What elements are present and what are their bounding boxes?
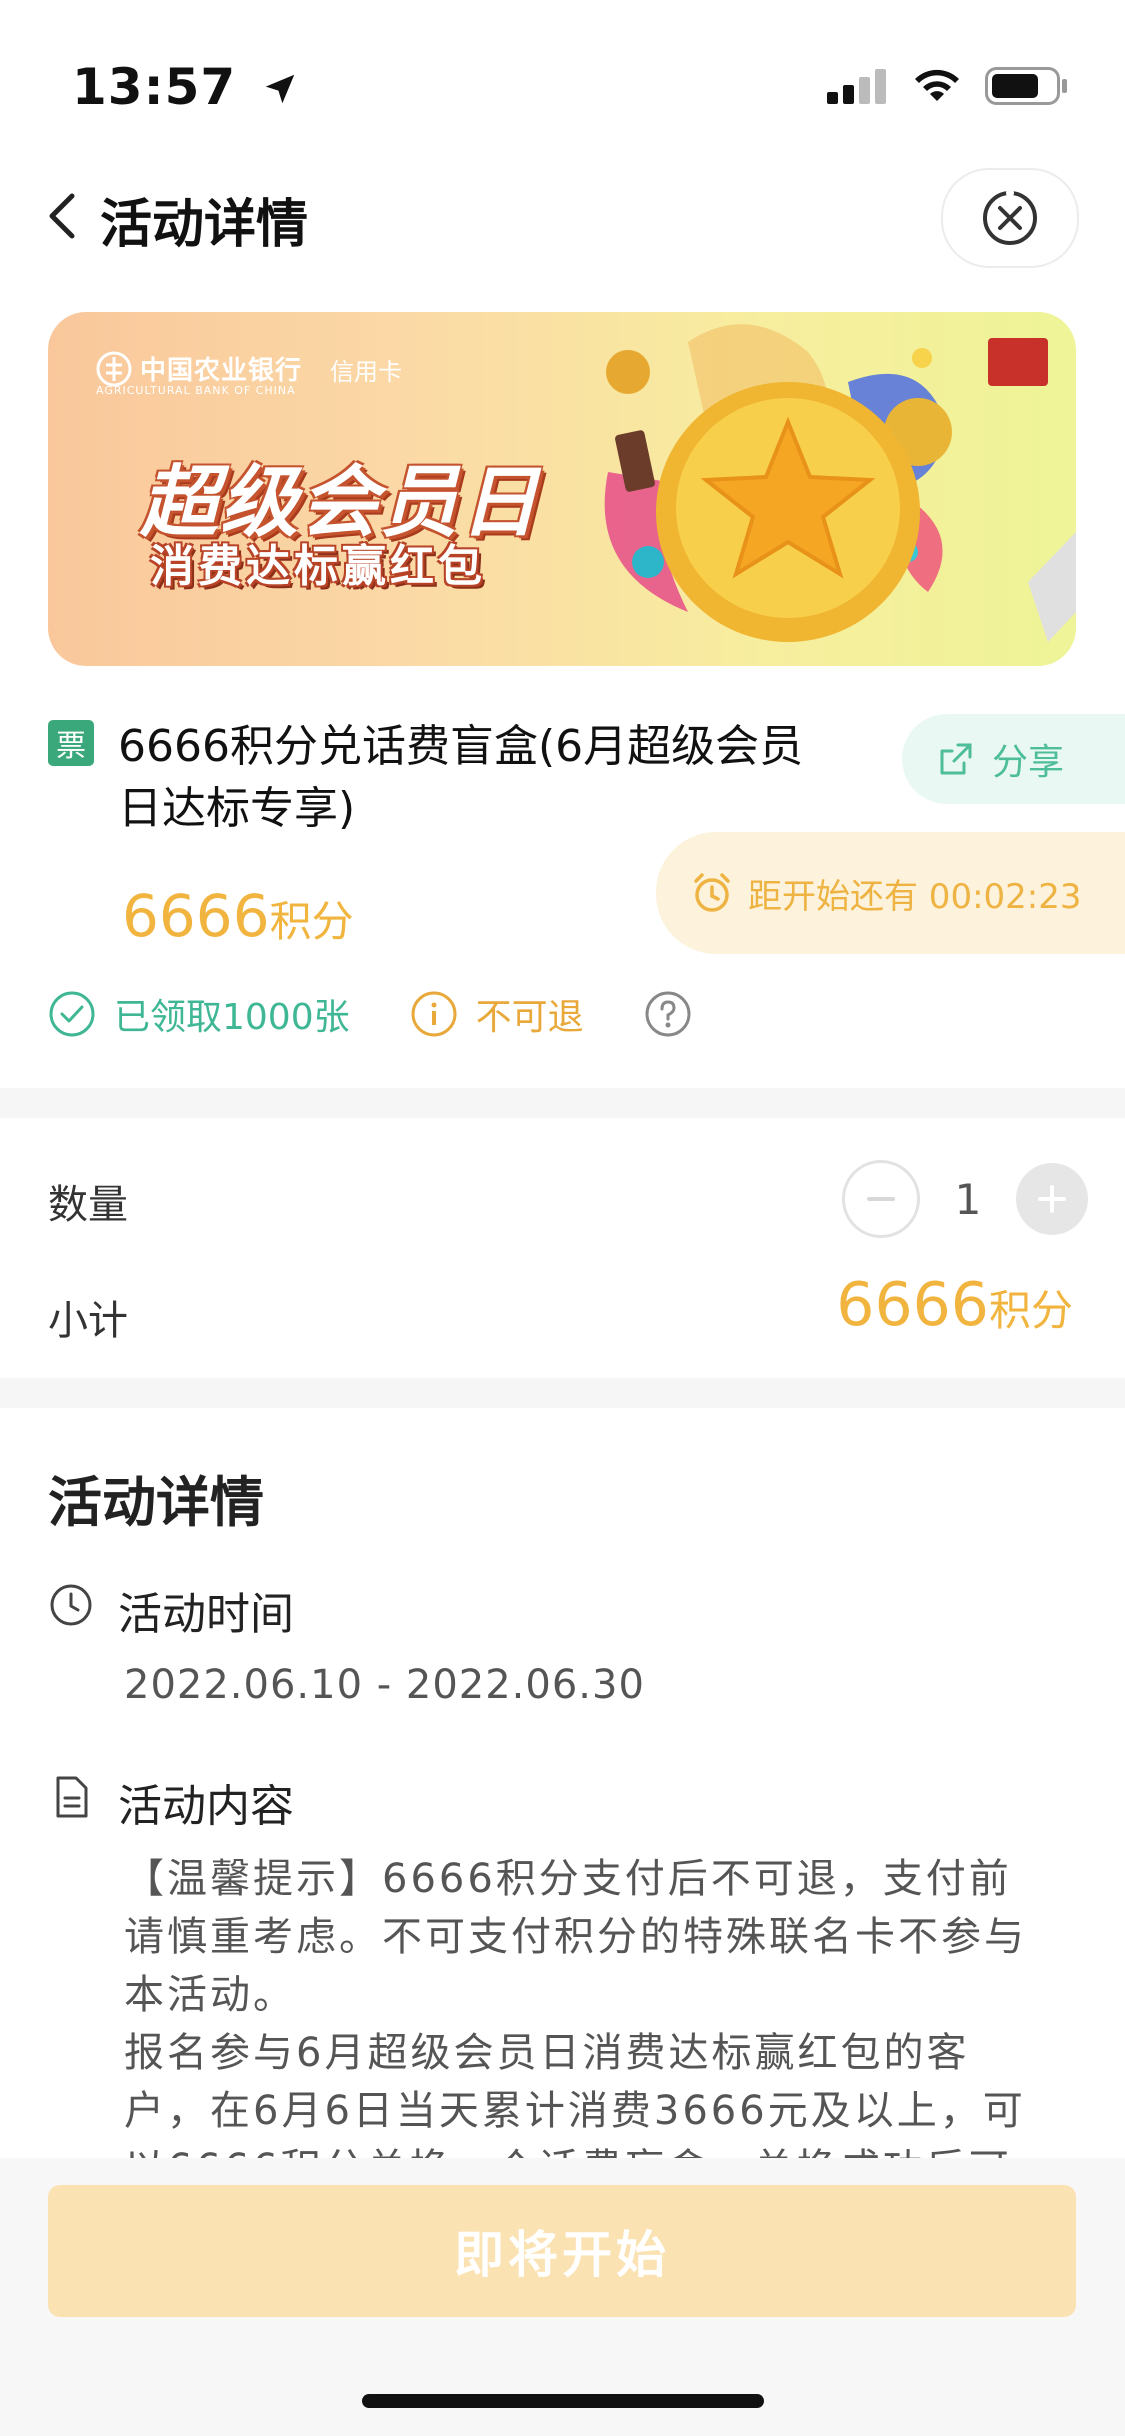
share-button[interactable]: 分享	[902, 714, 1125, 804]
bank-name: 中国农业银行	[96, 350, 302, 387]
home-indicator[interactable]	[362, 2394, 764, 2408]
card-label: 信用卡	[330, 358, 402, 386]
bank-name-en: AGRICULTURAL BANK OF CHINA	[96, 384, 296, 397]
share-label: 分享	[992, 742, 1065, 783]
price-unit: 积分	[269, 897, 354, 946]
subtotal: 6666积分	[836, 1270, 1073, 1340]
ticket-badge: 票	[48, 720, 94, 766]
location-arrow-icon	[265, 74, 294, 104]
claimed-text: 已领取1000张	[114, 997, 350, 1038]
info-circle-icon	[411, 991, 457, 1037]
price-value: 6666	[122, 882, 270, 950]
increase-button[interactable]	[1016, 1163, 1088, 1235]
bank-name-text: 中国农业银行	[140, 356, 303, 386]
activity-time-range: 2022.06.10 - 2022.06.30	[124, 1662, 645, 1708]
help-circle-icon[interactable]	[644, 990, 692, 1038]
alarm-clock-icon	[694, 873, 730, 912]
status-time: 13:57	[72, 58, 299, 116]
close-circle-icon	[983, 189, 1037, 245]
price: 6666积分	[122, 882, 354, 950]
quantity-label: 数量	[48, 1182, 128, 1228]
product-title: 6666积分兑话费盲盒(6月超级会员日达标专享)	[118, 721, 804, 834]
subtotal-value: 6666	[836, 1270, 989, 1340]
countdown-badge: 距开始还有 00:02:23	[656, 832, 1125, 954]
subtotal-unit: 积分	[988, 1286, 1073, 1335]
details-section-title: 活动详情	[48, 1471, 264, 1534]
quantity-stepper: 1	[842, 1160, 1088, 1238]
bank-logo-icon	[96, 351, 132, 387]
decrease-button[interactable]	[842, 1160, 920, 1238]
non-refundable-badge: 不可退	[410, 988, 584, 1040]
document-icon	[56, 1776, 88, 1818]
minus-icon	[867, 1197, 895, 1201]
activity-time-title: 活动时间	[118, 1589, 294, 1640]
section-divider	[0, 1088, 1125, 1118]
subtotal-label: 小计	[48, 1298, 128, 1344]
quantity-value: 1	[954, 1174, 982, 1224]
status-time-text: 13:57	[72, 58, 237, 116]
share-icon	[940, 743, 972, 775]
section-divider	[0, 1378, 1125, 1408]
content-paragraph: 【温馨提示】6666积分支付后不可退，支付前请慎重考虑。不可支付积分的特殊联名卡…	[124, 1856, 1027, 2018]
check-circle-icon	[49, 991, 95, 1037]
page-title: 活动详情	[100, 195, 309, 255]
countdown-text: 距开始还有 00:02:23	[748, 876, 1082, 917]
non-refundable-text: 不可退	[475, 997, 584, 1038]
start-soon-button[interactable]: 即将开始	[48, 2185, 1076, 2317]
wifi-icon	[915, 69, 959, 101]
banner-subheadline: 消费达标赢红包	[150, 541, 486, 592]
product-badges: 已领取1000张 不可退	[48, 988, 692, 1040]
cta-label: 即将开始	[454, 2226, 670, 2284]
close-button[interactable]	[941, 168, 1079, 268]
plus-icon	[1038, 1185, 1066, 1213]
battery-icon	[985, 67, 1067, 105]
status-icons	[827, 66, 1069, 106]
cellular-signal-icon	[827, 69, 886, 104]
clock-icon	[50, 1584, 92, 1626]
activity-content-title: 活动内容	[118, 1781, 294, 1832]
claimed-badge: 已领取1000张	[48, 988, 350, 1040]
back-arrow-icon[interactable]	[40, 188, 88, 244]
